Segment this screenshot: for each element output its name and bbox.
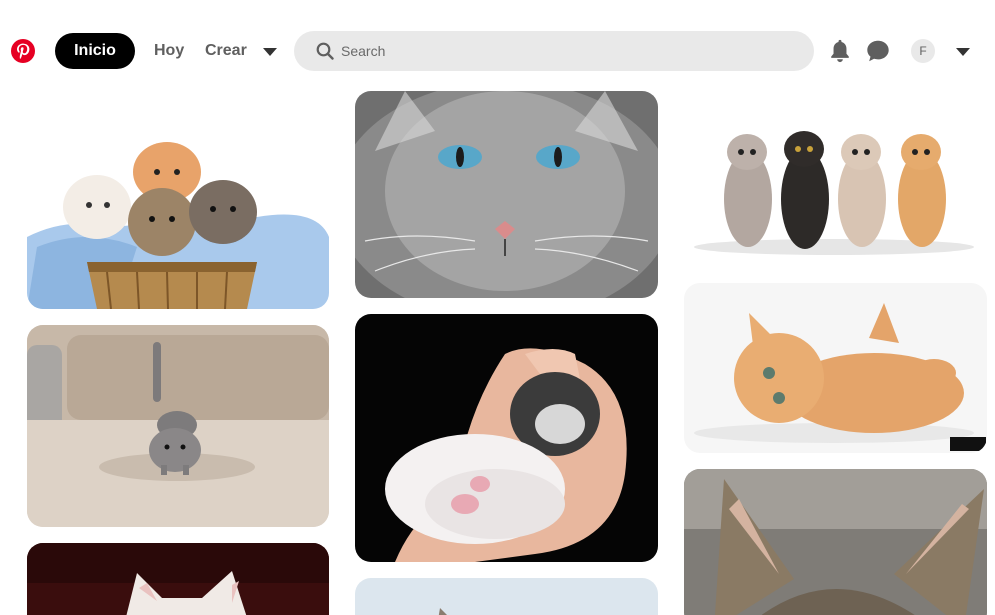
top-nav-bar: Inicio Hoy Crear F <box>0 0 995 88</box>
chat-bubble-icon[interactable] <box>864 37 892 65</box>
bell-icon[interactable] <box>827 37 853 65</box>
home-button[interactable]: Inicio <box>55 33 135 69</box>
pin-orange-kitten-playing[interactable] <box>684 283 987 453</box>
search-bar[interactable] <box>294 31 814 71</box>
search-input[interactable] <box>341 31 791 71</box>
pin-white-kitten[interactable] <box>27 543 329 615</box>
account-chevron-down-icon[interactable] <box>955 45 971 57</box>
grey-cat-blue-eyes-image <box>355 91 658 298</box>
pin-newborn-kitten-hand[interactable] <box>355 314 658 562</box>
search-icon <box>316 42 334 60</box>
grey-kitten-walking-image <box>27 325 329 527</box>
pin-kittens-basket[interactable] <box>27 97 329 309</box>
pin-four-kittens[interactable] <box>684 97 987 267</box>
chevron-down-icon[interactable] <box>262 45 278 57</box>
pin-tabby-kitten[interactable] <box>684 469 987 615</box>
tabby-kitten-image <box>684 469 987 615</box>
create-link[interactable]: Crear <box>205 33 247 69</box>
orange-kitten-playing-image <box>684 283 987 453</box>
pin-grey-cat-blue-eyes[interactable] <box>355 91 658 298</box>
pin-kitten[interactable] <box>355 578 658 615</box>
newborn-kitten-hand-image <box>355 314 658 562</box>
kittens-basket-image <box>27 97 329 309</box>
white-kitten-image <box>27 543 329 615</box>
four-kittens-image <box>684 97 987 267</box>
avatar[interactable]: F <box>911 39 935 63</box>
pin-grey-kitten-walking[interactable] <box>27 325 329 527</box>
today-link[interactable]: Hoy <box>154 33 184 69</box>
pinterest-logo-icon[interactable] <box>10 38 36 64</box>
kitten-image <box>355 578 658 615</box>
